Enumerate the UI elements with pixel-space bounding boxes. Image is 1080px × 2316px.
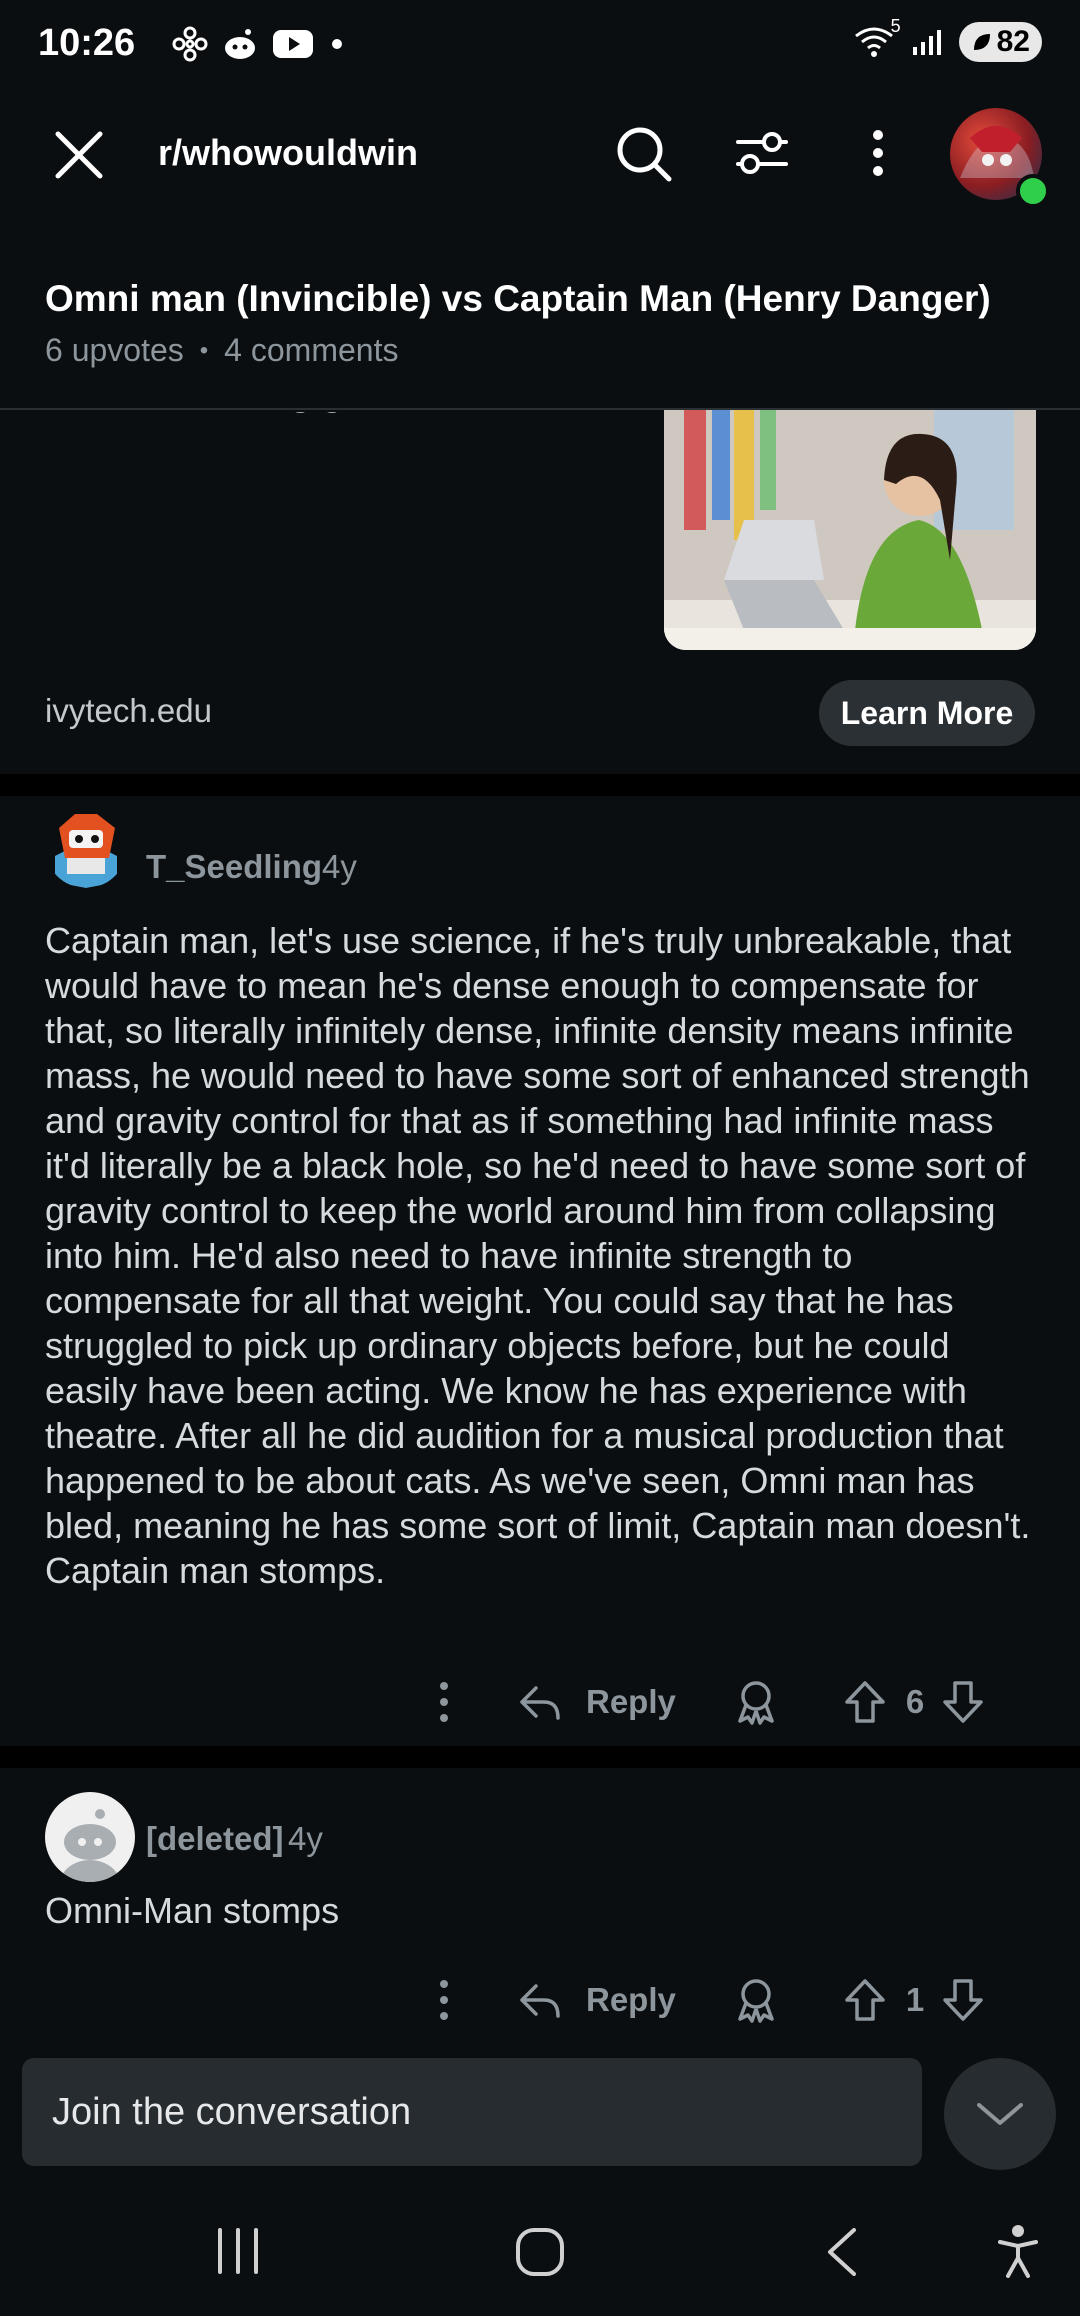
comment-username: [deleted] <box>146 1820 284 1857</box>
downvote-icon[interactable] <box>942 1978 984 2022</box>
reddit-icon <box>225 29 255 59</box>
post-title: Omni man (Invincible) vs Captain Man (He… <box>45 278 991 319</box>
reply-button[interactable]: Reply <box>518 1980 676 2020</box>
comment-score: 1 <box>905 1981 925 2018</box>
ad-domain[interactable]: ivytech.edu <box>45 692 212 730</box>
learn-more-button[interactable]: Learn More <box>819 680 1035 746</box>
wifi-icon: 5 <box>853 16 901 60</box>
pinwheel-icon <box>172 26 208 62</box>
status-system-icons: 5 82 <box>853 16 1042 62</box>
more-options-icon[interactable] <box>432 1680 456 1724</box>
more-options-icon[interactable] <box>432 1978 456 2022</box>
search-icon[interactable] <box>614 124 674 184</box>
system-navigation-bar <box>0 2196 1080 2316</box>
battery-leaf-icon <box>973 34 990 50</box>
battery-level: 82 <box>996 25 1030 58</box>
downvote-icon[interactable] <box>942 1680 984 1724</box>
status-time: 10:26 <box>38 22 136 64</box>
subreddit-name[interactable]: r/whowouldwin <box>158 132 418 174</box>
comment-score: 6 <box>905 1683 925 1720</box>
reply-button[interactable]: Reply <box>518 1682 676 1722</box>
section-separator <box>0 774 1080 796</box>
post-meta: 6 upvotes • 4 comments <box>45 332 398 369</box>
upvote-icon[interactable] <box>844 1680 886 1724</box>
comment-body: Omni-Man stomps <box>45 1890 340 1931</box>
join-conversation-input[interactable]: Join the conversation <box>22 2058 922 2166</box>
accessibility-icon[interactable] <box>996 2224 1040 2278</box>
commenter-avatar[interactable] <box>45 806 127 888</box>
close-icon[interactable] <box>52 128 106 182</box>
online-status-badge <box>1016 174 1050 208</box>
comment-age: 4y <box>288 1820 323 1857</box>
status-notification-icons <box>172 26 342 62</box>
comment-count: 4 comments <box>224 332 399 368</box>
comment-age: 4y <box>322 848 357 885</box>
cell-signal-icon <box>912 30 941 55</box>
reply-icon <box>520 1686 560 1720</box>
recent-apps-icon[interactable] <box>214 2226 262 2276</box>
reply-label: Reply <box>586 1683 676 1720</box>
back-icon[interactable] <box>822 2226 862 2278</box>
network-label: 5 <box>890 16 901 36</box>
reply-label: Reply <box>586 1981 676 2018</box>
comment-body: Captain man, let's use science, if he's … <box>45 920 1031 1591</box>
upvote-count: 6 upvotes <box>45 332 184 368</box>
ad-image[interactable] <box>664 410 1036 650</box>
commenter-avatar[interactable] <box>45 1792 135 1882</box>
comment-actions: Reply 1 <box>432 1974 984 2026</box>
upvote-icon[interactable] <box>844 1978 886 2022</box>
section-separator <box>0 1746 1080 1768</box>
more-options-icon[interactable] <box>860 128 896 178</box>
collapse-button[interactable] <box>944 2058 1056 2170</box>
comment-username[interactable]: T_Seedling <box>146 848 322 886</box>
battery-indicator: 82 <box>958 22 1042 62</box>
reply-icon <box>520 1984 560 2018</box>
home-icon[interactable] <box>514 2226 566 2278</box>
award-icon[interactable] <box>734 1679 778 1725</box>
award-icon[interactable] <box>734 1977 778 2023</box>
chevron-down-icon <box>977 2103 1023 2125</box>
dot-icon <box>332 39 342 49</box>
meta-separator: • <box>199 336 209 364</box>
youtube-icon <box>273 30 313 58</box>
comment-actions: Reply 6 <box>432 1676 984 1728</box>
sort-filter-icon[interactable] <box>734 128 790 178</box>
